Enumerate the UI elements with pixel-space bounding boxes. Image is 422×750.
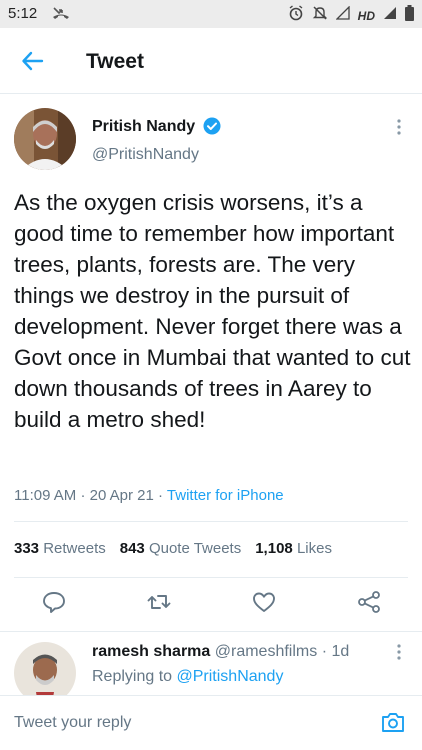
tweet-date: 20 Apr 21 bbox=[89, 487, 154, 504]
retweets-stat[interactable]: 333 Retweets bbox=[14, 540, 106, 557]
status-bar: 5:12 HD bbox=[0, 0, 422, 28]
more-icon[interactable] bbox=[392, 118, 406, 136]
meta-separator: · bbox=[158, 487, 163, 504]
reply-header: ramesh sharma @rameshfilms · 1d bbox=[92, 643, 349, 661]
signal-icon bbox=[335, 5, 350, 25]
page-title: Tweet bbox=[86, 50, 144, 73]
reply-input[interactable]: Tweet your reply bbox=[14, 714, 131, 732]
like-icon[interactable] bbox=[250, 588, 278, 616]
divider bbox=[14, 521, 408, 522]
divider bbox=[14, 577, 408, 578]
tweet-text: As the oxygen crisis worsens, it’s a goo… bbox=[14, 190, 411, 432]
likes-stat[interactable]: 1,108 Likes bbox=[255, 540, 332, 557]
reply-author-handle[interactable]: @rameshfilms bbox=[215, 643, 317, 660]
replying-to: Replying to @PritishNandy bbox=[92, 668, 283, 686]
signal-strength-icon bbox=[383, 6, 397, 25]
tweet-stats: 333 Retweets 843 Quote Tweets 1,108 Likes bbox=[14, 540, 332, 557]
verified-badge-icon bbox=[203, 117, 221, 135]
meta-separator: · bbox=[80, 487, 86, 504]
tweet-time: 11:09 AM bbox=[14, 487, 77, 504]
back-arrow-icon[interactable] bbox=[20, 48, 46, 74]
author-name[interactable]: Pritish Nandy bbox=[92, 118, 195, 136]
replying-to-label: Replying to bbox=[92, 668, 173, 685]
share-icon[interactable] bbox=[355, 588, 383, 616]
tweet-actions bbox=[0, 588, 422, 618]
retweets-count: 333 bbox=[14, 540, 40, 557]
network-type: HD bbox=[357, 8, 375, 23]
reply-author-name[interactable]: ramesh sharma bbox=[92, 643, 210, 660]
missed-call-icon bbox=[52, 5, 70, 26]
top-app-bar: Tweet bbox=[0, 28, 422, 94]
more-icon[interactable] bbox=[392, 643, 406, 661]
author-handle[interactable]: @PritishNandy bbox=[92, 146, 199, 164]
retweets-label: Retweets bbox=[43, 540, 106, 557]
quotes-count: 843 bbox=[119, 540, 145, 557]
quote-tweets-stat[interactable]: 843 Quote Tweets bbox=[120, 540, 241, 557]
retweet-icon[interactable] bbox=[145, 588, 173, 616]
likes-count: 1,108 bbox=[255, 540, 293, 557]
camera-icon[interactable] bbox=[380, 710, 406, 734]
author-avatar[interactable] bbox=[14, 108, 76, 170]
mute-icon bbox=[312, 5, 328, 26]
replying-to-mention[interactable]: @PritishNandy bbox=[177, 668, 284, 685]
tweet-client-link[interactable]: Twitter for iPhone bbox=[167, 487, 284, 504]
compose-bar: Tweet your reply bbox=[0, 695, 422, 750]
likes-label: Likes bbox=[296, 540, 332, 557]
status-time: 5:12 bbox=[8, 5, 38, 22]
reply-icon[interactable] bbox=[40, 588, 68, 616]
section-separator bbox=[0, 631, 422, 632]
tweet-meta: 11:09 AM · 20 Apr 21 · Twitter for iPhon… bbox=[14, 487, 284, 504]
reply-age: · 1d bbox=[321, 643, 350, 660]
quotes-label: Quote Tweets bbox=[148, 540, 242, 557]
alarm-icon bbox=[288, 5, 304, 26]
battery-icon bbox=[405, 5, 414, 26]
